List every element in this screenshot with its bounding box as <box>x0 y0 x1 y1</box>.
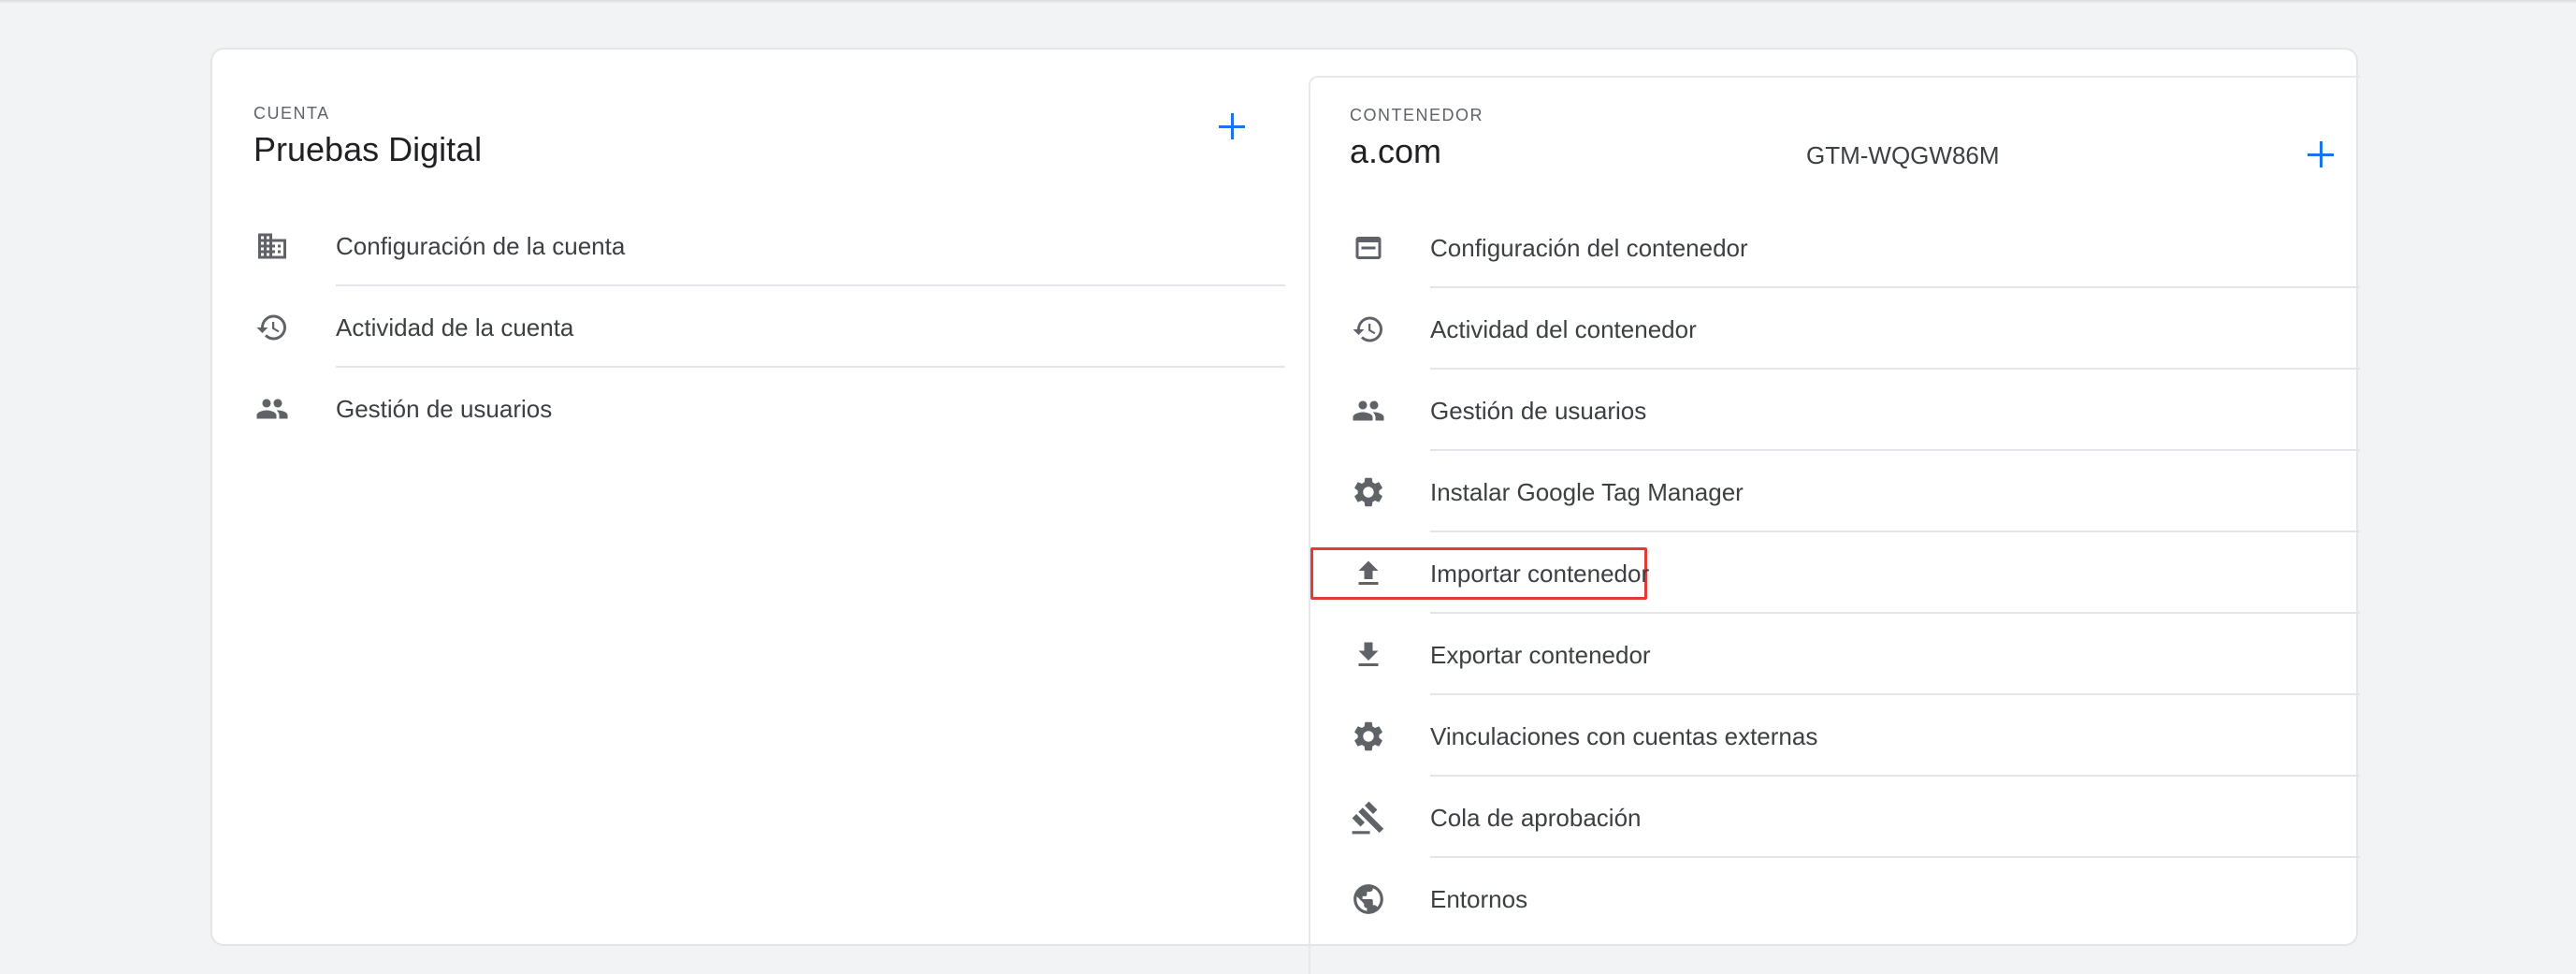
account-settings-label: Configuración de la cuenta <box>336 232 626 260</box>
people-icon <box>253 392 291 426</box>
container-name: a.com <box>1350 132 1442 170</box>
upload-icon <box>1350 557 1387 590</box>
install-gtm-item[interactable]: Instalar Google Tag Manager <box>1310 451 2360 532</box>
globe-icon <box>1350 882 1387 916</box>
container-id: GTM-WQGW86M <box>1806 141 2000 169</box>
account-name: Pruebas Digital <box>253 130 483 168</box>
account-column: CUENTA Pruebas Digital Configuración de … <box>212 50 1288 944</box>
gear-icon <box>1350 475 1387 509</box>
download-icon <box>1350 638 1387 672</box>
export-container-item[interactable]: Exportar contenedor <box>1310 614 2360 695</box>
environments-label: Entornos <box>1430 885 1528 913</box>
add-account-button[interactable] <box>1213 108 1251 145</box>
container-section-label: CONTENEDOR <box>1350 106 1484 124</box>
container-column: CONTENEDOR a.com GTM-WQGW86M Configuraci… <box>1309 76 2360 974</box>
external-links-label: Vinculaciones con cuentas externas <box>1430 722 1818 750</box>
top-shadow <box>0 0 2576 4</box>
account-activity-label: Actividad de la cuenta <box>336 313 574 342</box>
container-activity-item[interactable]: Actividad del contenedor <box>1310 288 2360 370</box>
external-links-item[interactable]: Vinculaciones con cuentas externas <box>1310 695 2360 777</box>
container-activity-label: Actividad del contenedor <box>1430 315 1697 343</box>
add-container-button[interactable] <box>2302 136 2339 173</box>
history-icon <box>253 311 291 344</box>
account-user-management-label: Gestión de usuarios <box>336 395 553 423</box>
container-user-management-label: Gestión de usuarios <box>1430 397 1647 425</box>
import-container-item[interactable]: Importar contenedor <box>1310 532 2360 614</box>
people-icon <box>1350 394 1387 428</box>
environments-item[interactable]: Entornos <box>1310 858 2360 939</box>
web-asset-icon <box>1350 231 1387 265</box>
import-container-label: Importar contenedor <box>1430 560 1650 588</box>
account-menu: Configuración de la cuenta Actividad de … <box>212 205 1288 449</box>
building-icon <box>253 229 291 263</box>
gavel-icon <box>1350 801 1387 835</box>
account-activity-item[interactable]: Actividad de la cuenta <box>212 286 1288 368</box>
account-settings-item[interactable]: Configuración de la cuenta <box>212 205 1288 286</box>
account-user-management-item[interactable]: Gestión de usuarios <box>212 368 1288 449</box>
history-icon <box>1350 313 1387 346</box>
admin-card: CUENTA Pruebas Digital Configuración de … <box>210 48 2360 974</box>
container-user-management-item[interactable]: Gestión de usuarios <box>1310 370 2360 451</box>
account-section-label: CUENTA <box>253 104 330 123</box>
install-gtm-label: Instalar Google Tag Manager <box>1430 478 1744 506</box>
approval-queue-label: Cola de aprobación <box>1430 804 1642 832</box>
approval-queue-item[interactable]: Cola de aprobación <box>1310 777 2360 858</box>
container-settings-label: Configuración del contenedor <box>1430 234 1748 262</box>
gear-icon <box>1350 720 1387 753</box>
export-container-label: Exportar contenedor <box>1430 641 1651 669</box>
container-menu: Configuración del contenedor Actividad d… <box>1310 207 2360 939</box>
container-settings-item[interactable]: Configuración del contenedor <box>1310 207 2360 288</box>
